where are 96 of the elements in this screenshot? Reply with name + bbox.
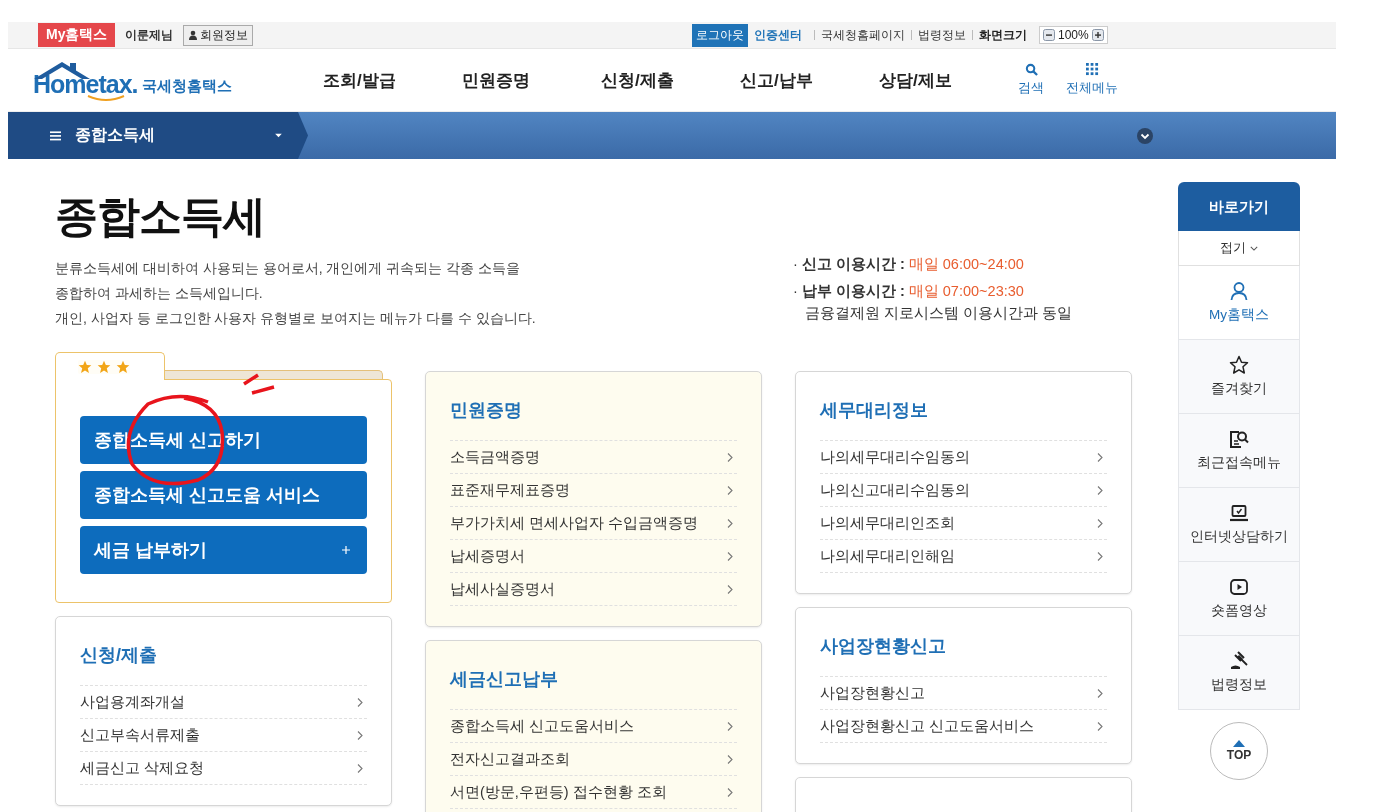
person-icon [1229,281,1249,301]
menu-link[interactable]: 신고부속서류제출 [80,719,367,753]
screen-size-label: 화면크기 [979,26,1027,44]
chevron-right-icon [1097,687,1103,699]
caret-icon [274,133,283,138]
description-text: 분류소득세에 대비하여 사용되는 용어로서, 개인에게 귀속되는 각종 소득을 [55,259,522,279]
nav-menu-item[interactable]: 상담/제보 [879,68,1018,92]
arrow-up-icon [1233,740,1245,747]
chevron-right-icon [727,753,733,765]
page-title: 종합소득세 [55,193,266,241]
menu-link[interactable]: 서면(방문,우편등) 접수현황 조회 [450,776,737,810]
menu-link[interactable]: 나의신고대리수임동의 [820,474,1107,508]
quick-menu-item[interactable]: 숏폼영상 [1178,562,1300,636]
nav-menu-item[interactable]: 민원증명 [462,68,601,92]
menu-link[interactable]: 소득금액증명 [450,441,737,475]
person-icon [188,30,199,40]
menu-icon [50,130,61,141]
play-icon [1229,577,1249,597]
expand-icon[interactable] [1137,127,1153,144]
service-hours-note: 금융결제원 지로시스템 이용시간과 동일 [804,304,1074,323]
chevron-right-icon [727,550,733,562]
menu-link[interactable]: 나의세무대리인조회 [820,507,1107,541]
chevron-right-icon [1097,451,1103,463]
menu-selector[interactable]: 종합소득세 [8,112,308,159]
card-title: 세무대리정보 [820,399,929,423]
chevron-right-icon [727,484,733,496]
menu-link[interactable]: 전자신고결과조회 [450,743,737,777]
laptop-icon [1229,503,1249,523]
menu-link[interactable]: 납세사실증명서 [450,573,737,607]
logo-text[interactable]: Hometax. [33,72,138,103]
chevron-right-icon [727,451,733,463]
menu-link[interactable]: 표준재무제표증명 [450,474,737,508]
gavel-icon [1229,651,1249,671]
chevron-right-icon [1097,484,1103,496]
nav-menu-item[interactable]: 신고/납부 [740,68,879,92]
chevron-right-icon [1097,550,1103,562]
menu-link[interactable]: 사업용계좌개설 [80,686,367,720]
logo-subtitle: 국세청홈택스 [140,77,232,96]
chevron-down-icon [1250,245,1258,251]
quick-menu-item[interactable]: 최근접속메뉴 [1178,414,1300,488]
search-button[interactable]: 검색 [1018,63,1044,97]
service-hours-text: · 납부 이용시간 : 매일 07:00~23:30 [793,282,1025,301]
quick-menu-item[interactable]: 법령정보 [1178,636,1300,710]
card-title: 민원증명 [450,399,523,423]
nav-menu-item[interactable]: 신청/제출 [601,68,740,92]
cert-center-link[interactable]: 인증센터 [754,26,802,44]
document-search-icon [1229,429,1249,449]
chevron-right-icon [727,720,733,732]
grid-icon [1085,63,1099,76]
star-icon [97,359,111,374]
quick-menu-title: 바로가기 [1178,182,1300,231]
star-icon [1229,355,1249,375]
action-button[interactable]: 종합소득세 신고도움 서비스 [80,471,367,520]
zoom-in-button[interactable] [1091,29,1104,41]
chevron-right-icon [1097,720,1103,732]
menu-link[interactable]: 사업장현황신고 신고도움서비스 [820,710,1107,744]
chevron-right-icon [357,762,363,774]
plus-icon [341,545,351,556]
zoom-out-button[interactable] [1043,29,1055,41]
all-menu-button[interactable]: 전체메뉴 [1066,63,1118,97]
swoosh-icon [86,94,126,102]
menu-link[interactable]: 사업장현황신고 [820,677,1107,711]
description-text: 개인, 사업자 등 로그인한 사용자 유형별로 보여지는 메뉴가 다를 수 있습니다. [55,309,536,329]
logout-button[interactable]: 로그아웃 [692,23,748,47]
zoom-value: 100% [1058,28,1089,42]
my-hometax-link[interactable]: My홈택스 [38,23,116,47]
chevron-right-icon [357,729,363,741]
member-info-button[interactable]: 회원정보 [183,24,254,46]
quick-menu-item[interactable]: My홈택스 [1178,266,1300,340]
chevron-right-icon [357,696,363,708]
action-button[interactable]: 세금 납부하기 [80,526,367,575]
service-hours-text: · 신고 이용시간 : 매일 06:00~24:00 [793,255,1025,274]
menu-link[interactable]: 납세증명서 [450,540,737,574]
card-title: 세금신고납부 [450,668,559,692]
menu-link[interactable]: 종합소득세 신고도움서비스 [450,710,737,744]
top-button[interactable]: TOP [1210,722,1268,780]
quick-menu-item[interactable]: 인터넷상담하기 [1178,488,1300,562]
chevron-right-icon [727,583,733,595]
header-link[interactable]: 법령정보 [918,26,966,44]
menu-link[interactable]: 나의세무대리수임동의 [820,441,1107,475]
nav-menu-item[interactable]: 조회/발급 [323,68,462,92]
chevron-right-icon [1097,517,1103,529]
menu-link[interactable]: 나의세무대리인해임 [820,540,1107,574]
chevron-right-icon [727,786,733,798]
card-title: 신청/제출 [80,644,158,668]
header-link[interactable]: 국세청홈페이지 [821,26,905,44]
chevron-right-icon [727,517,733,529]
user-name: 이룬제님 [125,26,174,44]
search-icon [1024,63,1038,76]
description-text: 종합하여 과세하는 소득세입니다. [55,284,264,304]
star-icon [116,359,130,374]
card-title: 사업장현황신고 [820,635,947,659]
menu-link[interactable]: 세금신고 삭제요청 [80,752,367,786]
quick-menu-item[interactable]: 즐겨찾기 [1178,340,1300,414]
menu-link[interactable]: 부가가치세 면세사업자 수입금액증명 [450,507,737,541]
star-icon [78,359,92,374]
